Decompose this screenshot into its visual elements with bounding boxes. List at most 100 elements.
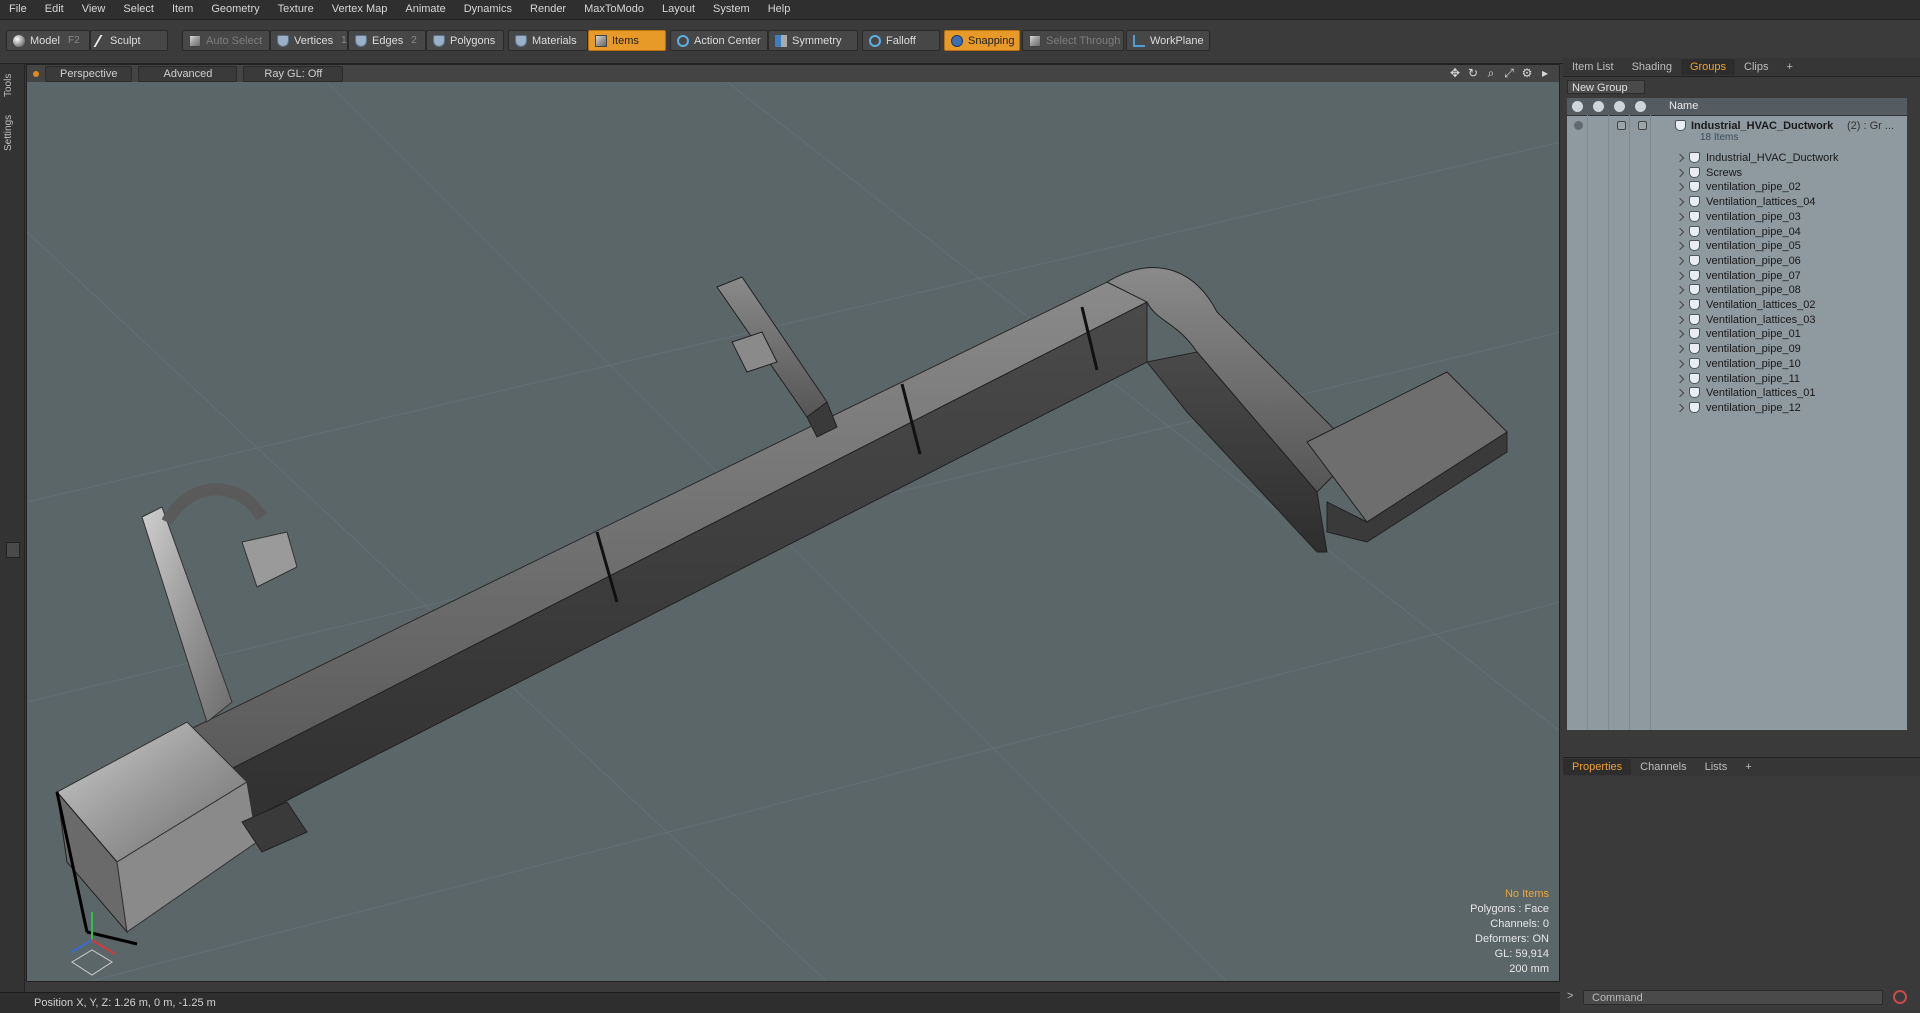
group-count: 18 Items xyxy=(1700,132,1739,143)
expand-arrow-icon[interactable] xyxy=(1675,183,1685,192)
sculpt-mode-button[interactable]: Sculpt xyxy=(90,30,168,51)
tools-tab[interactable]: Tools xyxy=(3,68,21,102)
falloff-button[interactable]: Falloff xyxy=(862,30,940,51)
menu-dynamics[interactable]: Dynamics xyxy=(455,0,521,19)
perspective-view-button[interactable]: Perspective xyxy=(45,65,133,82)
vertices-button[interactable]: Vertices 1 xyxy=(270,30,348,51)
pan-icon[interactable]: ✥ xyxy=(1449,67,1461,79)
tab-add[interactable]: + xyxy=(1777,59,1801,75)
expand-arrow-icon[interactable] xyxy=(1675,271,1685,280)
sphere-icon xyxy=(13,34,25,47)
menu-edit[interactable]: Edit xyxy=(36,0,73,19)
expand-arrow-icon[interactable] xyxy=(1675,168,1685,177)
tab-channels[interactable]: Channels xyxy=(1631,759,1695,775)
select-checkbox[interactable] xyxy=(1638,121,1647,130)
lock-checkbox[interactable] xyxy=(1617,121,1626,130)
workplane-button[interactable]: WorkPlane xyxy=(1126,30,1210,51)
menu-file[interactable]: File xyxy=(0,0,36,19)
tab-lists[interactable]: Lists xyxy=(1696,759,1737,775)
mesh-icon xyxy=(1689,210,1700,222)
expand-arrow-icon[interactable] xyxy=(1675,197,1685,207)
tab-shading[interactable]: Shading xyxy=(1623,59,1681,75)
visibility-column-icon[interactable] xyxy=(1572,101,1583,112)
select-column-icon[interactable] xyxy=(1635,101,1646,112)
menu-system[interactable]: System xyxy=(704,0,759,19)
expand-arrow-icon[interactable] xyxy=(1675,403,1685,413)
mesh-icon xyxy=(1689,269,1700,281)
3d-viewport[interactable]: Perspective Advanced Ray GL: Off ✥ ↻ ⌕ ⤢… xyxy=(26,64,1560,982)
expand-arrow-icon[interactable] xyxy=(1675,153,1685,163)
zoom-icon[interactable]: ⌕ xyxy=(1485,67,1497,79)
menu-geometry[interactable]: Geometry xyxy=(202,0,268,19)
scene-canvas[interactable] xyxy=(27,82,1560,982)
expand-arrow-icon[interactable] xyxy=(1675,374,1685,383)
eye-icon[interactable] xyxy=(1574,121,1583,130)
no-items-label: No Items xyxy=(1504,888,1549,900)
expand-arrow-icon[interactable] xyxy=(1675,300,1685,310)
menu-vertex-map[interactable]: Vertex Map xyxy=(323,0,397,19)
select-through-button[interactable]: Select Through xyxy=(1022,30,1124,51)
strip-collapse-handle[interactable] xyxy=(6,542,20,558)
items-icon xyxy=(595,34,607,47)
list-header: Name xyxy=(1567,98,1907,116)
expand-arrow-icon[interactable] xyxy=(1675,330,1685,339)
tab-add[interactable]: + xyxy=(1736,759,1760,775)
symmetry-button[interactable]: Symmetry xyxy=(768,30,858,51)
group-row[interactable]: Industrial_HVAC_Ductwork (2) : Gr ... 18… xyxy=(1567,117,1907,147)
action-center-button[interactable]: Action Center xyxy=(670,30,768,51)
menu-item[interactable]: Item xyxy=(163,0,202,19)
settings-tab[interactable]: Settings xyxy=(3,108,21,158)
render-column-icon[interactable] xyxy=(1593,101,1604,112)
edges-button[interactable]: Edges 2 xyxy=(348,30,426,51)
scale-stat: 200 mm xyxy=(1509,963,1549,975)
groups-list[interactable]: Name Industrial_HVAC_Ductwork (2) : Gr .… xyxy=(1567,98,1907,730)
name-column-header[interactable]: Name xyxy=(1669,100,1698,112)
group-suffix: (2) : Gr ... xyxy=(1847,120,1895,132)
items-button[interactable]: Items xyxy=(588,30,666,51)
tab-item-list[interactable]: Item List xyxy=(1563,59,1623,75)
duct-riser-center xyxy=(716,276,838,438)
advanced-shading-button[interactable]: Advanced xyxy=(138,65,238,82)
list-item[interactable]: ventilation_pipe_12 xyxy=(1567,399,1907,417)
menu-render[interactable]: Render xyxy=(521,0,575,19)
gear-icon[interactable]: ⚙ xyxy=(1521,67,1533,79)
menu-view[interactable]: View xyxy=(73,0,115,19)
mesh-icon xyxy=(1689,343,1700,355)
expand-arrow-icon[interactable] xyxy=(1675,227,1685,236)
expand-arrow-icon[interactable] xyxy=(1675,388,1685,398)
lock-column-icon[interactable] xyxy=(1614,101,1625,112)
materials-button[interactable]: Materials xyxy=(508,30,588,51)
menu-animate[interactable]: Animate xyxy=(396,0,454,19)
expand-arrow-icon[interactable] xyxy=(1675,256,1685,266)
tab-properties[interactable]: Properties xyxy=(1563,759,1632,775)
model-mode-button[interactable]: Model F2 xyxy=(6,30,90,51)
maximize-icon[interactable]: ⤢ xyxy=(1503,67,1515,79)
tab-clips[interactable]: Clips xyxy=(1735,59,1777,75)
right-panel: Item List Shading Groups Clips + New Group N… xyxy=(1563,58,1920,1005)
menu-help[interactable]: Help xyxy=(759,0,800,19)
record-icon[interactable] xyxy=(1893,990,1907,1004)
mesh-icon xyxy=(1689,372,1700,384)
menu-layout[interactable]: Layout xyxy=(653,0,704,19)
menu-select[interactable]: Select xyxy=(114,0,163,19)
snapping-button[interactable]: Snapping xyxy=(944,30,1020,51)
command-input[interactable]: Command xyxy=(1583,990,1883,1005)
new-group-button[interactable]: New Group xyxy=(1567,80,1645,94)
menu-maxtomodo[interactable]: MaxToModo xyxy=(575,0,653,19)
materials-icon xyxy=(515,34,527,47)
expand-arrow-icon[interactable] xyxy=(1675,359,1685,369)
rotate-icon[interactable]: ↻ xyxy=(1467,67,1479,79)
expand-arrow-icon[interactable] xyxy=(1675,241,1685,251)
expand-arrow-icon[interactable] xyxy=(1675,315,1685,324)
position-readout: Position X, Y, Z: 1.26 m, 0 m, -1.25 m xyxy=(34,997,216,1009)
expand-arrow-icon[interactable] xyxy=(1675,212,1685,222)
menu-texture[interactable]: Texture xyxy=(269,0,323,19)
triangle-right-icon[interactable]: ▸ xyxy=(1539,67,1551,79)
viewport-menu-dot-icon[interactable] xyxy=(33,70,39,77)
expand-arrow-icon[interactable] xyxy=(1675,286,1685,295)
raygl-toggle[interactable]: Ray GL: Off xyxy=(243,65,344,82)
auto-select-button[interactable]: Auto Select xyxy=(182,30,270,51)
expand-arrow-icon[interactable] xyxy=(1675,344,1685,354)
tab-groups[interactable]: Groups xyxy=(1680,59,1736,75)
polygons-button[interactable]: Polygons xyxy=(426,30,504,51)
